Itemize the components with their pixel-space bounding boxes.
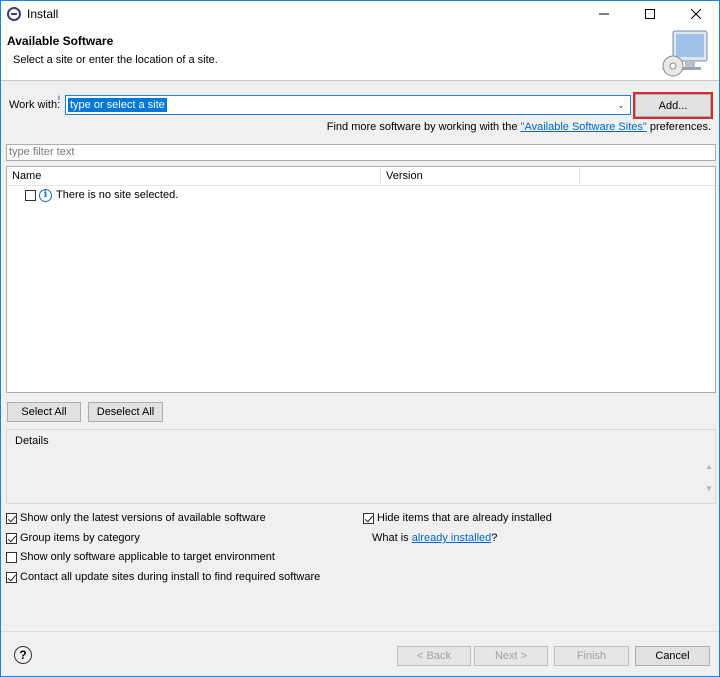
add-button[interactable]: Add... <box>635 94 711 117</box>
hide-installed-label: Hide items that are already installed <box>377 512 552 524</box>
cancel-button[interactable]: Cancel <box>635 646 710 666</box>
contact-sites-label: Contact all update sites during install … <box>20 571 321 583</box>
title-bar: Install <box>1 1 719 27</box>
applicable-only-option[interactable]: Show only software applicable to target … <box>6 551 275 563</box>
work-with-label: Work with: <box>9 99 61 111</box>
hide-installed-option[interactable]: Hide items that are already installed <box>363 512 552 524</box>
select-all-button[interactable]: Select All <box>7 402 81 422</box>
footer-divider <box>1 631 719 632</box>
column-header-version[interactable]: Version <box>381 167 580 186</box>
column-header-name[interactable]: Name <box>7 167 381 186</box>
contact-sites-checkbox[interactable] <box>6 571 17 583</box>
find-more-text: Find more software by working with the "… <box>327 121 711 133</box>
next-button[interactable]: Next > <box>474 646 548 666</box>
tree-row[interactable]: i There is no site selected. <box>25 187 178 203</box>
chevron-down-icon[interactable]: ⌄ <box>614 98 628 112</box>
minimize-button[interactable] <box>581 1 627 27</box>
content-assist-icon: i <box>58 95 60 102</box>
tree-row-checkbox[interactable] <box>25 189 36 201</box>
maximize-button[interactable] <box>627 1 673 27</box>
group-by-category-checkbox[interactable] <box>6 532 17 544</box>
contact-sites-option[interactable]: Contact all update sites during install … <box>6 571 320 583</box>
what-is-installed-text: What is already installed? <box>372 532 497 544</box>
back-button[interactable]: < Back <box>397 646 471 666</box>
filter-input[interactable]: type filter text <box>6 144 716 161</box>
install-computer-icon <box>662 30 708 77</box>
page-subtitle: Select a site or enter the location of a… <box>13 54 218 66</box>
deselect-all-button[interactable]: Deselect All <box>88 402 163 422</box>
page-title: Available Software <box>7 34 114 48</box>
latest-versions-checkbox[interactable] <box>6 512 17 524</box>
hide-installed-checkbox[interactable] <box>363 512 374 524</box>
tree-row-label: There is no site selected. <box>56 189 179 201</box>
details-label: Details <box>13 435 51 447</box>
minimize-icon <box>599 13 609 15</box>
group-by-category-label: Group items by category <box>20 532 140 544</box>
window-controls <box>581 1 719 27</box>
scroll-down-icon[interactable]: ▼ <box>705 478 713 500</box>
what-is-prefix: What is <box>372 532 409 544</box>
applicable-only-checkbox[interactable] <box>6 551 17 563</box>
work-with-combo[interactable]: type or select a site ⌄ <box>65 95 631 115</box>
available-software-sites-link[interactable]: "Available Software Sites" <box>521 121 647 133</box>
find-more-suffix: preferences. <box>646 121 711 133</box>
install-dialog: Install Available Software Select a site… <box>0 0 720 677</box>
close-icon <box>691 9 701 19</box>
group-by-category-option[interactable]: Group items by category <box>6 532 140 544</box>
applicable-only-label: Show only software applicable to target … <box>20 551 275 563</box>
latest-versions-option[interactable]: Show only the latest versions of availab… <box>6 512 266 524</box>
help-icon[interactable]: ? <box>14 646 32 664</box>
software-tree[interactable]: Name Version i There is no site selected… <box>6 166 716 393</box>
finish-button[interactable]: Finish <box>554 646 629 666</box>
latest-versions-label: Show only the latest versions of availab… <box>20 512 266 524</box>
find-more-prefix: Find more software by working with the <box>326 121 521 133</box>
details-scrollbar[interactable]: ▲ ▼ <box>705 456 713 500</box>
info-icon: i <box>39 188 52 202</box>
tree-header: Name Version <box>7 167 715 186</box>
eclipse-logo-icon <box>7 7 21 21</box>
header-banner: Available Software Select a site or ente… <box>1 27 719 81</box>
already-installed-link[interactable]: already installed <box>412 532 492 544</box>
window-title: Install <box>27 7 59 21</box>
maximize-icon <box>645 9 655 19</box>
details-group <box>6 429 716 504</box>
scroll-up-icon[interactable]: ▲ <box>705 456 713 478</box>
close-button[interactable] <box>673 1 719 27</box>
what-is-suffix: ? <box>491 532 498 544</box>
work-with-combo-value[interactable]: type or select a site <box>68 98 167 112</box>
